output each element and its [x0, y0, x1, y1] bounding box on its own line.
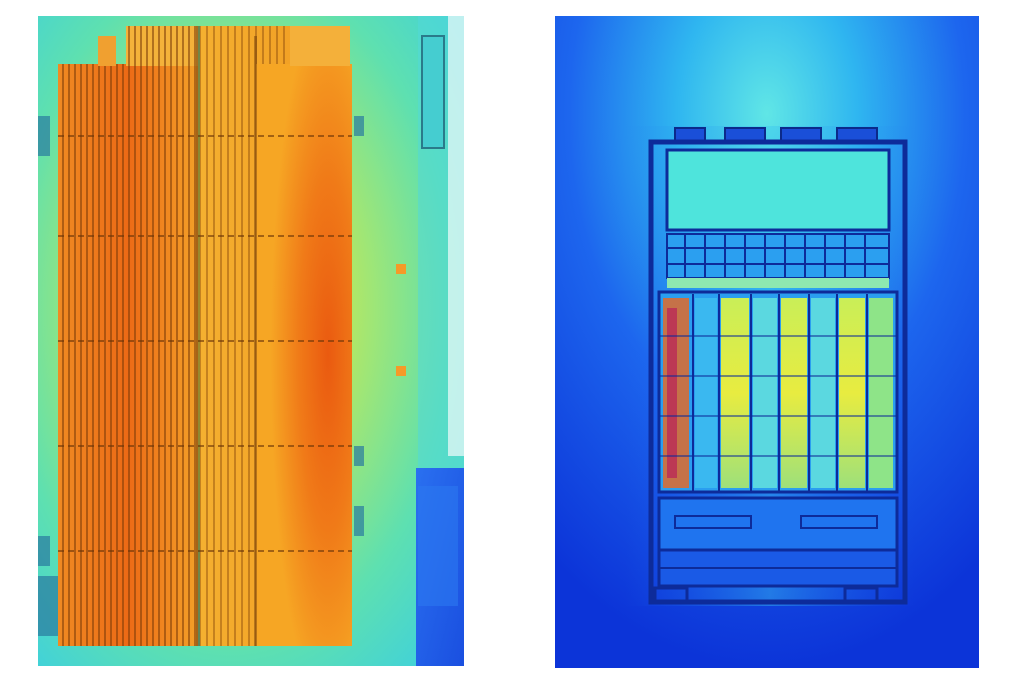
chassis-thermal-image [555, 16, 979, 668]
power-compartment [665, 148, 891, 232]
module-top-right [421, 35, 445, 149]
card-slots [657, 290, 899, 494]
bottom-bays [657, 496, 899, 588]
heatsink-thermal-svg [38, 16, 464, 666]
heatsink-thermal-image [38, 16, 464, 666]
cold-block [416, 468, 464, 666]
fin-block-left [58, 26, 198, 646]
fin-block-right [256, 26, 352, 646]
sensor-marker [396, 366, 406, 376]
chassis-thermal-svg [555, 16, 979, 668]
fan-grid [666, 233, 890, 288]
sensor-marker [396, 264, 406, 274]
